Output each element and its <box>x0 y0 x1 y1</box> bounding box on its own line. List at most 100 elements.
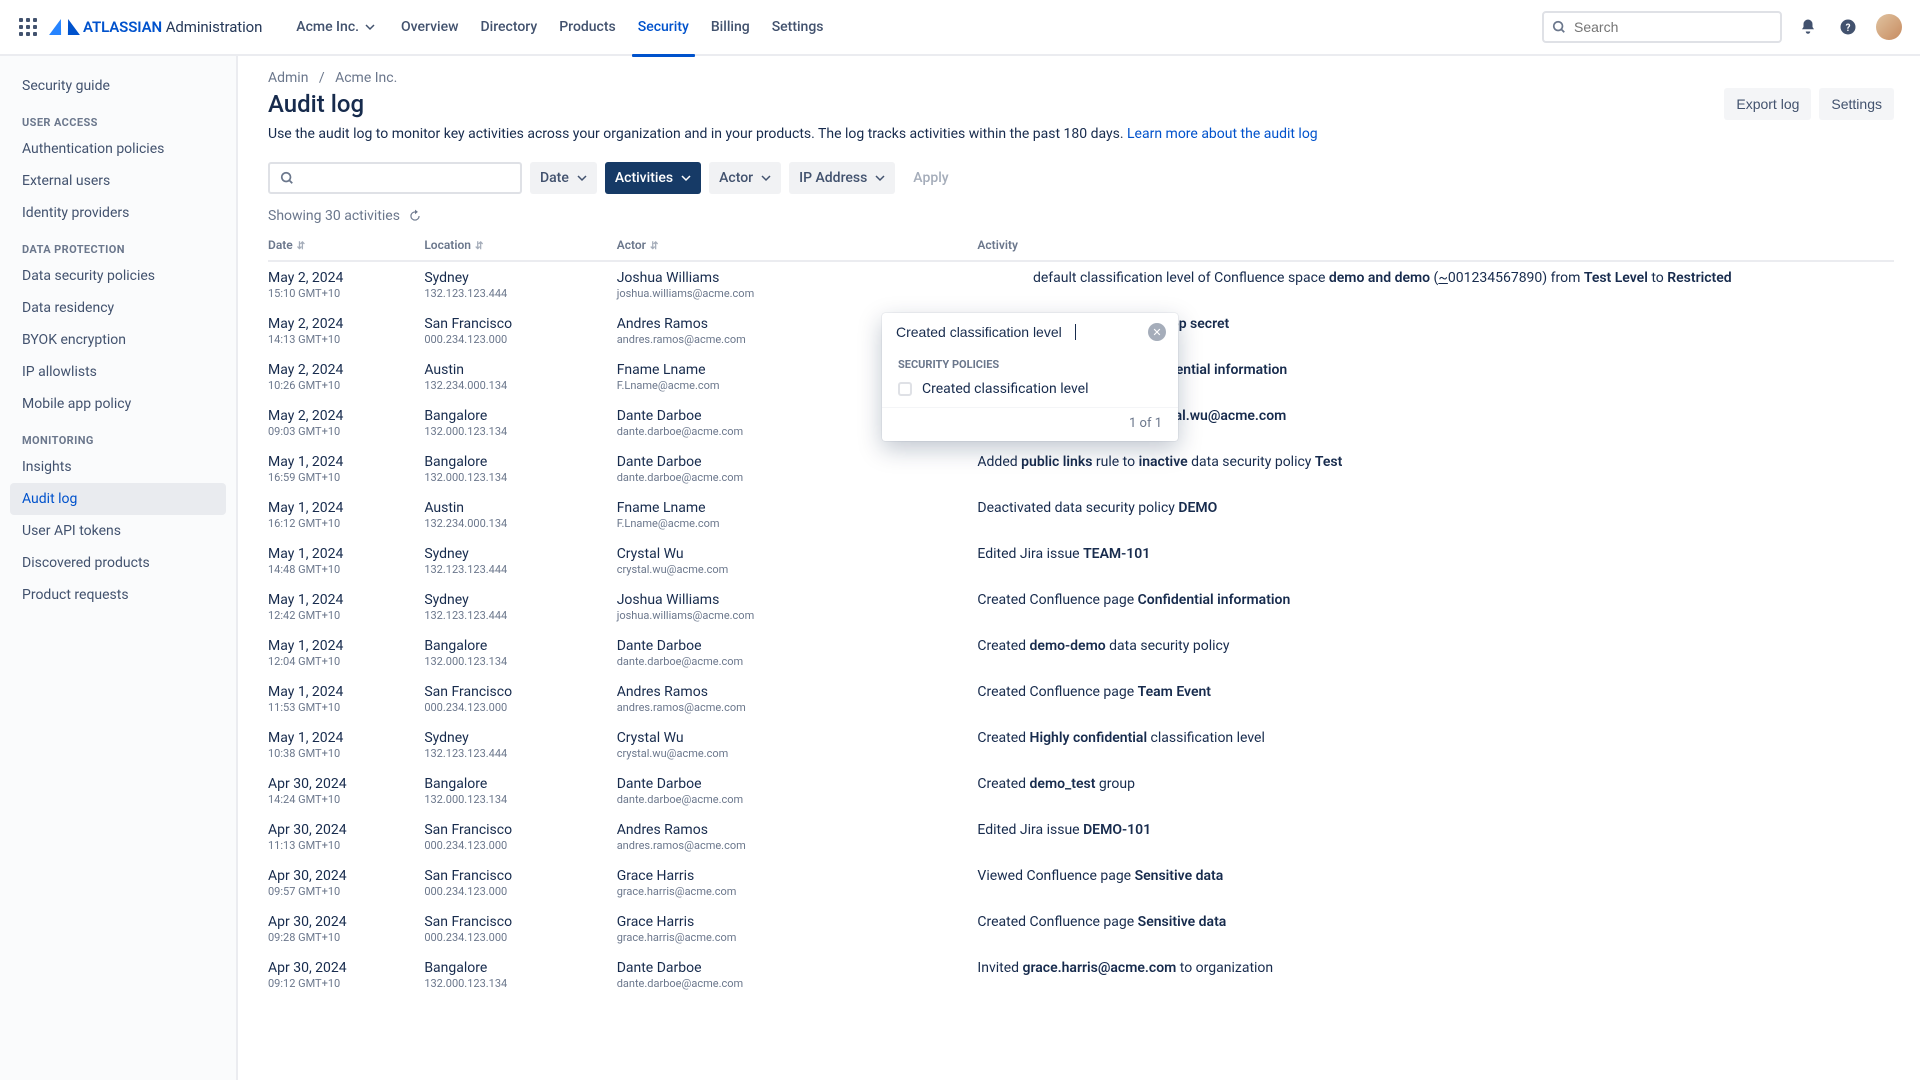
breadcrumb-org[interactable]: Acme Inc. <box>335 70 397 86</box>
clear-icon[interactable]: ✕ <box>1148 323 1166 341</box>
checkbox-icon[interactable] <box>898 382 912 396</box>
table-row[interactable]: May 1, 202412:42 GMT+10Sydney132.123.123… <box>268 584 1894 630</box>
sidebar-item-data-residency[interactable]: Data residency <box>0 292 236 324</box>
cell-date: Apr 30, 202414:24 GMT+10 <box>268 768 424 814</box>
table-row[interactable]: May 1, 202416:12 GMT+10Austin132.234.000… <box>268 492 1894 538</box>
cell-activity: Invited grace.harris@acme.com to organiz… <box>977 952 1894 998</box>
sidebar-item-audit-log[interactable]: Audit log <box>10 483 226 515</box>
table-row[interactable]: May 1, 202411:53 GMT+10San Francisco000.… <box>268 676 1894 722</box>
table-row[interactable]: May 1, 202412:04 GMT+10Bangalore132.000.… <box>268 630 1894 676</box>
nav-tab-settings[interactable]: Settings <box>762 15 834 39</box>
sidebar-item-external-users[interactable]: External users <box>0 165 236 197</box>
col-actor[interactable]: Actor⇵ <box>617 230 978 261</box>
sidebar-group: MONITORING <box>0 420 236 451</box>
brand-text: ATLASSIAN Administration <box>83 18 262 36</box>
brand-logo[interactable]: ATLASSIAN Administration <box>52 18 262 36</box>
help-icon[interactable]: ? <box>1836 15 1860 39</box>
cell-actor: Andres Ramosandres.ramos@acme.com <box>617 676 978 722</box>
table-row[interactable]: May 1, 202414:48 GMT+10Sydney132.123.123… <box>268 538 1894 584</box>
table-row[interactable]: Apr 30, 202409:28 GMT+10San Francisco000… <box>268 906 1894 952</box>
sidebar-item-ip-allowlists[interactable]: IP allowlists <box>0 356 236 388</box>
col-location[interactable]: Location⇵ <box>424 230 616 261</box>
dropdown-footer: 1 of 1 <box>882 407 1178 435</box>
global-search[interactable] <box>1542 11 1782 43</box>
org-switcher[interactable]: Acme Inc. <box>290 15 381 39</box>
chevron-down-icon <box>761 173 771 183</box>
nav-tabs: OverviewDirectoryProductsSecurityBilling… <box>391 15 833 39</box>
nav-tab-directory[interactable]: Directory <box>471 15 548 39</box>
filter-search-input[interactable] <box>294 170 510 187</box>
cell-activity: Created Confluence page Sensitive data <box>977 906 1894 952</box>
sidebar-item-authentication-policies[interactable]: Authentication policies <box>0 133 236 165</box>
app-switcher-icon[interactable] <box>16 15 40 39</box>
nav-tab-security[interactable]: Security <box>628 15 699 39</box>
filter-actor[interactable]: Actor <box>709 162 781 194</box>
cell-actor: Andres Ramosandres.ramos@acme.com <box>617 814 978 860</box>
profile-avatar[interactable] <box>1876 14 1902 40</box>
notifications-icon[interactable] <box>1796 15 1820 39</box>
cell-activity: Viewed Confluence page Sensitive data <box>977 860 1894 906</box>
table-row[interactable]: Apr 30, 202414:24 GMT+10Bangalore132.000… <box>268 768 1894 814</box>
nav-tab-billing[interactable]: Billing <box>701 15 760 39</box>
cell-actor: Joshua Williamsjoshua.williams@acme.com <box>617 584 978 630</box>
cell-activity: Added public links rule to inactive data… <box>977 446 1894 492</box>
sidebar-item-product-requests[interactable]: Product requests <box>0 579 236 611</box>
refresh-icon[interactable] <box>408 209 422 223</box>
settings-button[interactable]: Settings <box>1819 88 1894 120</box>
sidebar-item-discovered-products[interactable]: Discovered products <box>0 547 236 579</box>
sidebar-item-identity-providers[interactable]: Identity providers <box>0 197 236 229</box>
cell-activity: Created Confluence page Team Event <box>977 676 1894 722</box>
col-activity: Activity <box>977 230 1894 261</box>
global-search-input[interactable] <box>1572 18 1772 36</box>
cell-actor: Dante Darboedante.darboe@acme.com <box>617 768 978 814</box>
cell-date: May 2, 202414:13 GMT+10 <box>268 308 424 354</box>
cell-activity: default classification level of Confluen… <box>977 261 1894 308</box>
page-title: Audit log <box>268 90 1724 118</box>
cell-location: Sydney132.123.123.444 <box>424 261 616 308</box>
cell-activity: Edited Jira issue DEMO-101 <box>977 814 1894 860</box>
filter-bar: Date Activities Actor IP Address Apply <box>268 162 1894 194</box>
atlassian-logo-icon <box>52 19 77 35</box>
table-row[interactable]: Apr 30, 202411:13 GMT+10San Francisco000… <box>268 814 1894 860</box>
cell-date: May 1, 202412:42 GMT+10 <box>268 584 424 630</box>
col-date[interactable]: Date⇵ <box>268 230 424 261</box>
table-row[interactable]: Apr 30, 202409:57 GMT+10San Francisco000… <box>268 860 1894 906</box>
cell-actor: Crystal Wucrystal.wu@acme.com <box>617 538 978 584</box>
cell-location: San Francisco000.234.123.000 <box>424 676 616 722</box>
sidebar-item-security-guide[interactable]: Security guide <box>0 70 236 102</box>
sidebar-item-user-api-tokens[interactable]: User API tokens <box>0 515 236 547</box>
text-cursor <box>1075 324 1076 340</box>
learn-more-link[interactable]: Learn more about the audit log <box>1127 126 1318 142</box>
dropdown-group-label: SECURITY POLICIES <box>882 352 1178 375</box>
table-row[interactable]: May 2, 202415:10 GMT+10Sydney132.123.123… <box>268 261 1894 308</box>
filter-search[interactable] <box>268 162 522 194</box>
filter-activities[interactable]: Activities <box>605 162 701 194</box>
cell-location: Bangalore132.000.123.134 <box>424 446 616 492</box>
cell-activity: Created Confluence page Confidential inf… <box>977 584 1894 630</box>
chevron-down-icon <box>875 173 885 183</box>
cell-location: Bangalore132.000.123.134 <box>424 952 616 998</box>
table-row[interactable]: May 1, 202410:38 GMT+10Sydney132.123.123… <box>268 722 1894 768</box>
filter-date[interactable]: Date <box>530 162 597 194</box>
sidebar-item-insights[interactable]: Insights <box>0 451 236 483</box>
cell-actor: Joshua Williamsjoshua.williams@acme.com <box>617 261 978 308</box>
sidebar-item-data-security-policies[interactable]: Data security policies <box>0 260 236 292</box>
sidebar-item-mobile-app-policy[interactable]: Mobile app policy <box>0 388 236 420</box>
nav-tab-products[interactable]: Products <box>549 15 626 39</box>
dropdown-option[interactable]: Created classification level <box>882 375 1178 403</box>
cell-location: San Francisco000.234.123.000 <box>424 860 616 906</box>
cell-date: Apr 30, 202411:13 GMT+10 <box>268 814 424 860</box>
nav-tab-overview[interactable]: Overview <box>391 15 468 39</box>
table-row[interactable]: May 1, 202416:59 GMT+10Bangalore132.000.… <box>268 446 1894 492</box>
cell-date: May 1, 202411:53 GMT+10 <box>268 676 424 722</box>
breadcrumb-admin[interactable]: Admin <box>268 70 308 86</box>
cell-location: Austin132.234.000.134 <box>424 354 616 400</box>
cell-location: Sydney132.123.123.444 <box>424 584 616 630</box>
activities-search-input[interactable] <box>894 323 1079 341</box>
export-log-button[interactable]: Export log <box>1724 88 1811 120</box>
cell-location: San Francisco000.234.123.000 <box>424 814 616 860</box>
sidebar-item-byok-encryption[interactable]: BYOK encryption <box>0 324 236 356</box>
filter-ip[interactable]: IP Address <box>789 162 895 194</box>
svg-text:?: ? <box>1846 23 1851 34</box>
table-row[interactable]: Apr 30, 202409:12 GMT+10Bangalore132.000… <box>268 952 1894 998</box>
